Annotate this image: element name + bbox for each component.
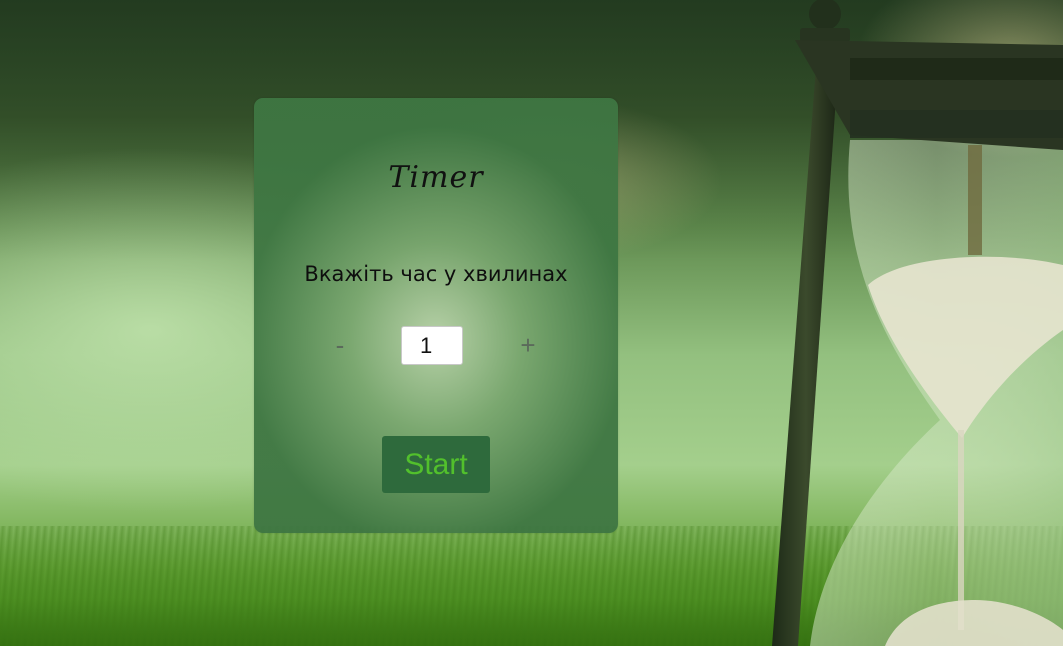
start-button[interactable]: Start: [382, 436, 490, 493]
decrement-button[interactable]: -: [325, 328, 355, 362]
hourglass-icon: [772, 0, 1063, 646]
minutes-input[interactable]: [401, 326, 463, 365]
timer-title: Timer: [388, 160, 484, 195]
minutes-prompt: Вкажіть час у хвилинах: [304, 262, 568, 286]
increment-button[interactable]: +: [513, 328, 543, 362]
timer-panel: Timer Вкажіть час у хвилинах - + Start: [254, 98, 618, 533]
